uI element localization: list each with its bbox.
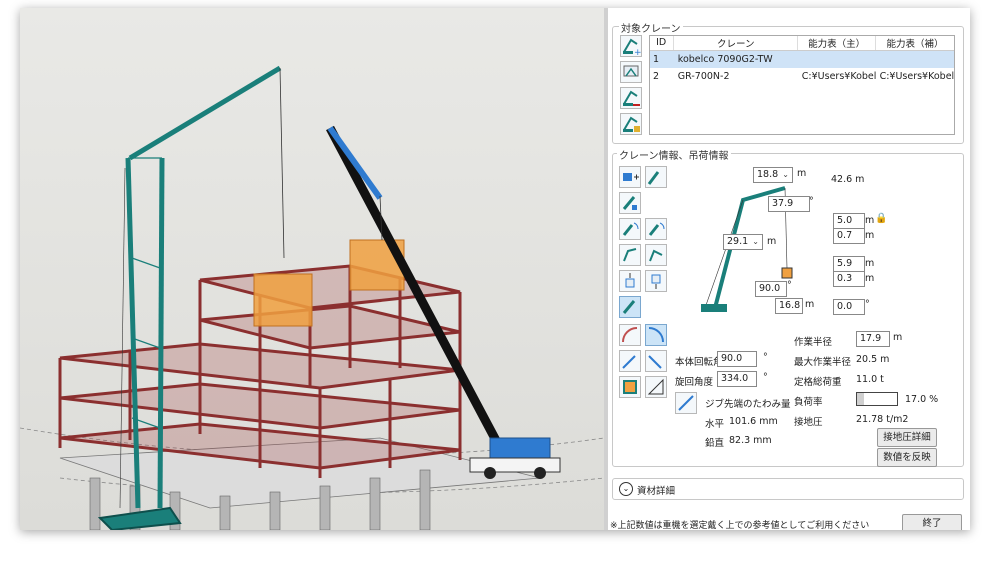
slew-angle-label: 旋回角度: [675, 377, 714, 388]
expand-chevron-icon[interactable]: ⌄: [619, 482, 633, 496]
body-rotation-label: 本体回転角: [675, 357, 723, 368]
ground-pressure-value: 21.78 t/m2: [856, 414, 909, 425]
deflection-horizontal-value: 101.6 mm: [729, 416, 778, 427]
crane-settings-panel: 対象クレーン + ID クレーン 能力表（主） 能力表（補） 1 kobelco…: [608, 8, 970, 530]
load-height-1-unit: m: [865, 258, 875, 269]
crane-table-frame: [649, 35, 955, 135]
boom-angle-input[interactable]: 90.0: [755, 281, 787, 297]
crane-info-legend: クレーン情報、吊荷情報: [617, 147, 731, 162]
max-radius-label: 最大作業半径: [794, 357, 852, 368]
crane-properties-icon[interactable]: [620, 113, 642, 135]
lock-icon[interactable]: 🔒: [875, 213, 887, 224]
radius-max-icon[interactable]: [645, 350, 667, 372]
measure-icon[interactable]: [645, 376, 667, 398]
jib-offset-input[interactable]: 37.9: [768, 196, 810, 212]
jib-length-select[interactable]: 18.8 ⌄: [753, 167, 793, 183]
crane-list-legend: 対象クレーン: [619, 20, 683, 35]
total-height-label: 42.6 m: [831, 174, 865, 185]
ground-pressure-label: 接地圧: [794, 417, 823, 428]
base-distance-input[interactable]: 16.8: [775, 298, 803, 314]
deflection-label: ジブ先端のたわみ量: [705, 399, 791, 410]
slew-angle-unit: °: [763, 372, 768, 383]
radius-min-icon[interactable]: [619, 350, 641, 372]
ground-pressure-detail-button[interactable]: 接地圧詳細: [877, 428, 937, 447]
material-detail-label: 資材詳細: [637, 486, 676, 497]
boom-length-unit: m: [767, 236, 777, 247]
hook-down-icon[interactable]: [645, 270, 667, 292]
jib-lower-icon[interactable]: [645, 244, 667, 266]
load-height-1-input[interactable]: 5.9: [833, 256, 865, 272]
boom-angle-unit: °: [787, 280, 792, 291]
delete-crane-icon[interactable]: [620, 87, 642, 109]
load-ratio-fill: [857, 393, 864, 405]
work-radius-label: 作業半径: [794, 337, 833, 348]
slew-angle-input[interactable]: 334.0: [717, 371, 757, 387]
jib-offset-unit: °: [809, 196, 814, 207]
rated-load-value: 11.0 t: [856, 374, 884, 385]
crane-info-group: クレーン情報、吊荷情報 18.8 ⌄ m 42.6 m 37.9 ° 29.1 …: [612, 147, 964, 467]
hook-height-2-unit: m: [865, 230, 875, 241]
close-button[interactable]: 終了: [902, 514, 962, 530]
body-rotation-unit: °: [763, 352, 768, 363]
hook-icon[interactable]: [619, 192, 641, 214]
load-height-2-input[interactable]: 0.3: [833, 271, 865, 287]
hook-height-2-input[interactable]: 0.7: [833, 228, 865, 244]
boom-lower-icon[interactable]: [645, 218, 667, 240]
crane-view-icon[interactable]: [645, 166, 667, 188]
tilt-input[interactable]: 0.0: [833, 299, 865, 315]
work-radius-input[interactable]: 17.9: [856, 331, 890, 347]
slew-right-icon[interactable]: [645, 324, 667, 346]
material-icon[interactable]: [619, 376, 641, 398]
deflection-vertical-label: 鉛直: [705, 438, 725, 449]
max-radius-value: 20.5 m: [856, 354, 890, 365]
material-detail-expander[interactable]: ⌄ 資材詳細: [612, 478, 964, 500]
base-distance-unit: m: [805, 299, 815, 310]
footer-note: ※上記数値は重機を選定戴く上での参考値としてご利用ください: [610, 521, 870, 530]
load-ratio-value: 17.0 %: [905, 394, 939, 405]
load-ratio-bar: [856, 392, 898, 406]
slew-icon[interactable]: [619, 296, 641, 318]
3d-viewport[interactable]: [20, 8, 604, 530]
svg-text:+: +: [634, 48, 641, 56]
hook-height-1-input[interactable]: 5.0: [833, 213, 865, 229]
crane-plan-window: 対象クレーン + ID クレーン 能力表（主） 能力表（補） 1 kobelco…: [20, 8, 970, 530]
load-block-1: [253, 273, 313, 327]
body-rotation-input[interactable]: 90.0: [717, 351, 757, 367]
tilt-unit: °: [865, 299, 870, 310]
boom-length-select[interactable]: 29.1 ⌄: [723, 234, 763, 250]
move-crane-icon[interactable]: [619, 166, 641, 188]
deflection-vertical-value: 82.3 mm: [729, 435, 772, 446]
add-crane-icon[interactable]: +: [620, 35, 642, 58]
rated-load-label: 定格総荷重: [794, 377, 842, 388]
hook-up-icon[interactable]: [619, 270, 641, 292]
deflection-icon: [675, 392, 697, 414]
apply-values-button[interactable]: 数値を反映: [877, 448, 937, 467]
edit-crane-icon[interactable]: [620, 61, 642, 83]
work-radius-unit: m: [893, 332, 903, 343]
jib-raise-icon[interactable]: [619, 244, 641, 266]
load-ratio-label: 負荷率: [794, 397, 823, 408]
jib-length-unit: m: [797, 168, 807, 179]
slew-left-icon[interactable]: [619, 324, 641, 346]
boom-raise-icon[interactable]: [619, 218, 641, 240]
hook-height-1-unit: m: [865, 215, 875, 226]
deflection-horizontal-label: 水平: [705, 419, 725, 430]
crane-list-group: 対象クレーン + ID クレーン 能力表（主） 能力表（補） 1 kobelco…: [612, 20, 964, 144]
scene-3d: [20, 65, 604, 530]
load-height-2-unit: m: [865, 273, 875, 284]
